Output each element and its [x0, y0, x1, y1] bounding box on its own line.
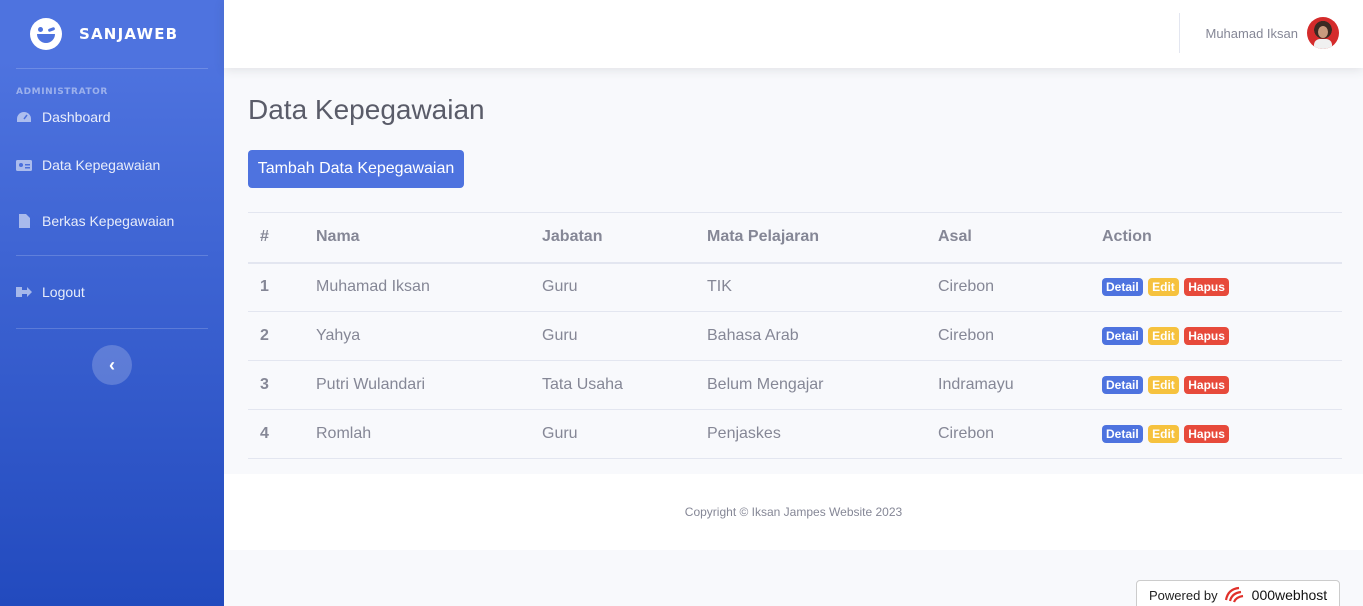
cell-nama: Romlah — [304, 409, 530, 459]
delete-button[interactable]: Hapus — [1184, 425, 1229, 443]
table-row: 2 Yahya Guru Bahasa Arab Cirebon Detail … — [248, 311, 1342, 361]
sidebar-item-label: Dashboard — [42, 109, 111, 125]
id-card-icon — [16, 160, 32, 171]
cell-action: Detail Edit Hapus — [1090, 360, 1342, 410]
cell-asal: Cirebon — [926, 311, 1090, 361]
cell-nama: Yahya — [304, 311, 530, 361]
edit-button[interactable]: Edit — [1148, 327, 1179, 345]
cell-number: 3 — [248, 360, 304, 410]
file-icon — [19, 214, 30, 228]
add-employee-button[interactable]: Tambah Data Kepegawaian — [248, 150, 464, 188]
table-header-row: # Nama Jabatan Mata Pelajaran Asal Actio… — [248, 212, 1342, 264]
cell-action: Detail Edit Hapus — [1090, 311, 1342, 361]
page-title: Data Kepegawaian — [248, 94, 485, 125]
cell-mata-pelajaran: TIK — [695, 262, 926, 312]
dashboard-icon — [17, 112, 31, 122]
webhost-logo-icon — [1224, 586, 1243, 603]
column-header-nama: Nama — [304, 212, 530, 264]
detail-button[interactable]: Detail — [1102, 425, 1143, 443]
column-header-mata-pelajaran: Mata Pelajaran — [695, 212, 926, 264]
delete-button[interactable]: Hapus — [1184, 376, 1229, 394]
column-header-number: # — [248, 212, 304, 264]
cell-number: 1 — [248, 262, 304, 312]
edit-button[interactable]: Edit — [1148, 278, 1179, 297]
brand-name: SANJAWEB — [79, 25, 179, 43]
detail-button[interactable]: Detail — [1102, 327, 1143, 345]
topbar: Muhamad Iksan — [224, 0, 1363, 68]
footer: Copyright © Iksan Jampes Website 2023 — [224, 474, 1363, 550]
cell-jabatan: Tata Usaha — [530, 360, 695, 410]
delete-button[interactable]: Hapus — [1184, 278, 1229, 297]
copyright-text: Copyright © Iksan Jampes Website 2023 — [684, 505, 903, 519]
cell-action: Detail Edit Hapus — [1090, 409, 1342, 459]
table-row: 1 Muhamad Iksan Guru TIK Cirebon Detail … — [248, 262, 1342, 312]
sidebar: SANJAWEB ADMINISTRATOR Dashboard Data Ke… — [0, 0, 224, 606]
sidebar-item-label: Logout — [42, 284, 85, 300]
powered-by-brand: 000webhost — [1251, 587, 1328, 603]
cell-action: Detail Edit Hapus — [1090, 262, 1342, 312]
sign-out-icon — [16, 287, 32, 297]
detail-button[interactable]: Detail — [1102, 278, 1143, 297]
sidebar-divider — [16, 328, 208, 329]
delete-button[interactable]: Hapus — [1184, 327, 1229, 345]
sidebar-heading: ADMINISTRATOR — [16, 87, 108, 97]
cell-jabatan: Guru — [530, 262, 695, 312]
user-name[interactable]: Muhamad Iksan — [1206, 26, 1299, 41]
cell-jabatan: Guru — [530, 409, 695, 459]
sidebar-item-logout[interactable]: Logout — [0, 256, 224, 328]
cell-nama: Muhamad Iksan — [304, 262, 530, 312]
sidebar-toggle-button[interactable]: ‹ — [92, 345, 132, 385]
cell-asal: Cirebon — [926, 409, 1090, 459]
cell-number: 4 — [248, 409, 304, 459]
powered-by-badge[interactable]: Powered by 000webhost — [1136, 580, 1340, 606]
avatar[interactable] — [1307, 17, 1339, 49]
cell-asal: Cirebon — [926, 262, 1090, 312]
cell-nama: Putri Wulandari — [304, 360, 530, 410]
column-header-jabatan: Jabatan — [530, 212, 695, 264]
table-row: 4 Romlah Guru Penjaskes Cirebon Detail E… — [248, 409, 1342, 459]
chevron-left-icon: ‹ — [109, 354, 115, 375]
sidebar-item-label: Berkas Kepegawaian — [42, 213, 175, 229]
column-header-action: Action — [1090, 212, 1342, 264]
cell-jabatan: Guru — [530, 311, 695, 361]
cell-asal: Indramayu — [926, 360, 1090, 410]
edit-button[interactable]: Edit — [1148, 425, 1179, 443]
detail-button[interactable]: Detail — [1102, 376, 1143, 394]
sidebar-item-berkas-kepegawaian[interactable]: Berkas Kepegawaian — [0, 193, 224, 249]
cell-mata-pelajaran: Belum Mengajar — [695, 360, 926, 410]
edit-button[interactable]: Edit — [1148, 376, 1179, 394]
topbar-divider — [1179, 13, 1180, 53]
cell-number: 2 — [248, 311, 304, 361]
cell-mata-pelajaran: Bahasa Arab — [695, 311, 926, 361]
employee-table: # Nama Jabatan Mata Pelajaran Asal Actio… — [248, 212, 1342, 459]
brand[interactable]: SANJAWEB — [0, 0, 224, 68]
smiley-logo-icon — [30, 18, 62, 50]
table-row: 3 Putri Wulandari Tata Usaha Belum Menga… — [248, 360, 1342, 410]
column-header-asal: Asal — [926, 212, 1090, 264]
powered-by-label: Powered by — [1149, 587, 1218, 603]
sidebar-item-label: Data Kepegawaian — [42, 157, 161, 173]
sidebar-item-data-kepegawaian[interactable]: Data Kepegawaian — [0, 137, 224, 193]
cell-mata-pelajaran: Penjaskes — [695, 409, 926, 459]
sidebar-item-dashboard[interactable]: Dashboard — [0, 97, 224, 137]
